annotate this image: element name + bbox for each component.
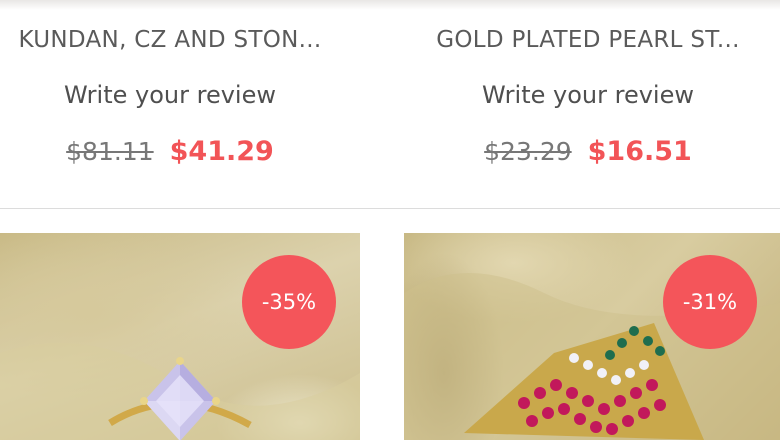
price-block: $81.11 $41.29 bbox=[0, 132, 340, 175]
discount-badge: -31% bbox=[663, 255, 757, 349]
product-image-link[interactable]: -31% bbox=[404, 233, 780, 440]
discount-badge: -35% bbox=[242, 255, 336, 349]
write-review-link[interactable]: Write your review bbox=[0, 78, 340, 112]
product-title[interactable]: KUNDAN, CZ AND STON... bbox=[0, 24, 340, 56]
product-title[interactable]: GOLD PLATED PEARL ST... bbox=[420, 24, 756, 56]
sale-price: $41.29 bbox=[169, 136, 274, 167]
product-image-link[interactable]: -35% bbox=[0, 233, 360, 440]
write-review-link[interactable]: Write your review bbox=[420, 78, 756, 112]
product-card-info: GOLD PLATED PEARL ST... Write your revie… bbox=[420, 0, 756, 208]
original-price: $81.11 bbox=[66, 137, 154, 166]
product-card-info: KUNDAN, CZ AND STON... Write your review… bbox=[0, 0, 340, 208]
original-price: $23.29 bbox=[484, 137, 572, 166]
sale-price: $16.51 bbox=[587, 136, 692, 167]
row-divider bbox=[0, 208, 780, 209]
price-block: $23.29 $16.51 bbox=[420, 132, 756, 175]
product-grid: KUNDAN, CZ AND STON... Write your review… bbox=[0, 0, 780, 440]
